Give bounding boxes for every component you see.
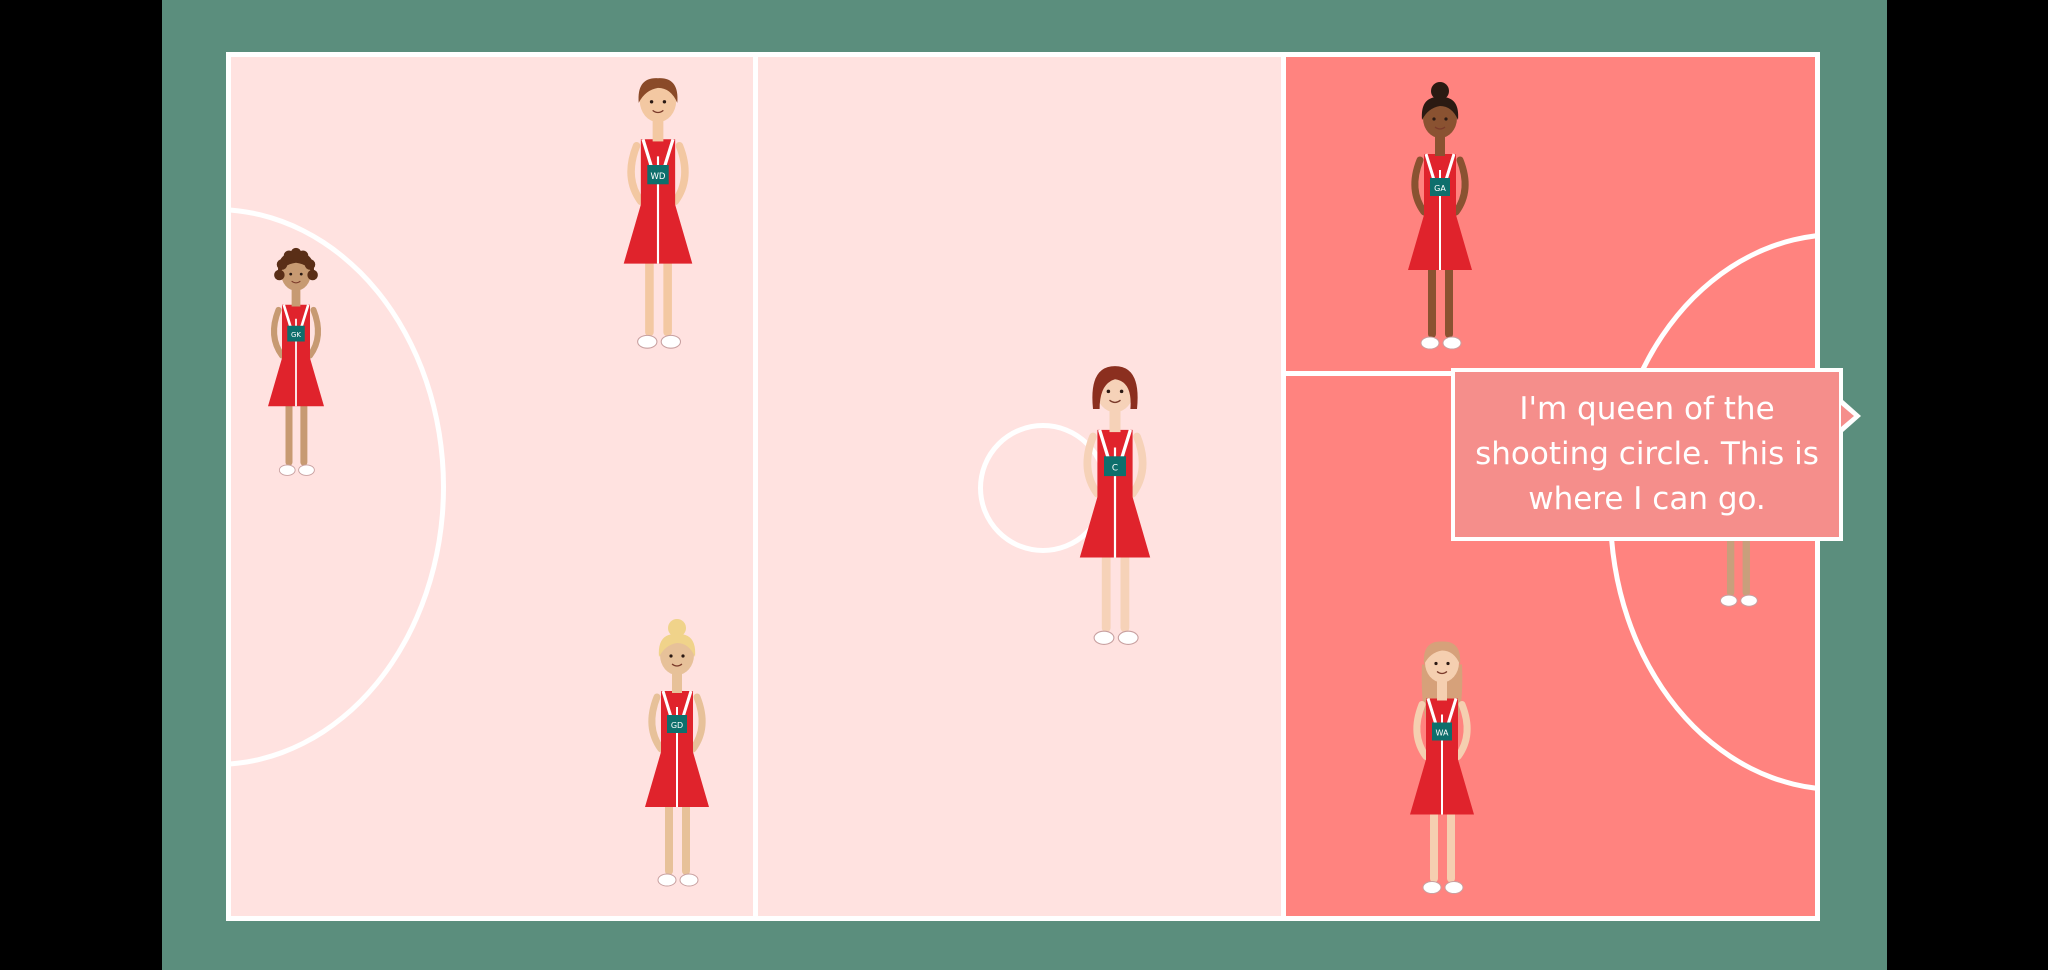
left-leg bbox=[665, 797, 673, 875]
right-shoe bbox=[660, 334, 682, 349]
left-eye bbox=[1106, 389, 1111, 394]
left-eye bbox=[669, 654, 673, 658]
right-arm bbox=[1452, 156, 1469, 216]
left-leg bbox=[1428, 260, 1436, 338]
left-arm bbox=[648, 693, 665, 753]
hair-curl bbox=[297, 250, 309, 261]
left-arm bbox=[271, 306, 286, 359]
hair-curl bbox=[274, 269, 285, 281]
player-figure: GD bbox=[645, 619, 709, 887]
right-leg bbox=[1445, 260, 1453, 338]
player-ga: GA bbox=[1390, 75, 1490, 365]
left-eye bbox=[1432, 117, 1436, 121]
left-shoe bbox=[637, 334, 658, 349]
left-shoe bbox=[278, 464, 296, 476]
left-arm bbox=[1411, 156, 1428, 216]
player-wa: WA bbox=[1392, 617, 1492, 912]
right-eye bbox=[662, 100, 667, 104]
left-shoe bbox=[1093, 630, 1115, 645]
right-leg bbox=[300, 397, 308, 466]
player-figure: C bbox=[1079, 366, 1151, 645]
player-figure: WD bbox=[623, 78, 693, 349]
player-figure: GK bbox=[268, 247, 324, 476]
speech-text: I'm queen of the shooting circle. This i… bbox=[1475, 391, 1819, 517]
right-arm bbox=[689, 693, 706, 753]
right-shoe bbox=[679, 873, 699, 887]
bib-label: GD bbox=[671, 721, 683, 730]
right-shoe bbox=[1117, 630, 1139, 645]
speech-bubble: I'm queen of the shooting circle. This i… bbox=[1451, 368, 1843, 541]
right-eye bbox=[1444, 117, 1448, 121]
bib-label: WD bbox=[650, 172, 665, 182]
right-eye bbox=[1446, 661, 1450, 666]
right-leg bbox=[1120, 546, 1130, 633]
left-eye bbox=[1434, 661, 1438, 666]
speech-bubble-tail-fill bbox=[1841, 405, 1854, 427]
player-figure: WA bbox=[1410, 641, 1474, 894]
right-arm bbox=[671, 141, 689, 206]
left-arm bbox=[1083, 432, 1102, 498]
player-wd: WD bbox=[603, 60, 713, 360]
player-gd: GD bbox=[627, 612, 727, 902]
left-shoe bbox=[1420, 336, 1440, 350]
left-leg bbox=[1430, 804, 1438, 883]
player-c: C bbox=[1060, 345, 1170, 660]
hair-curl bbox=[276, 259, 288, 270]
bib-label: GA bbox=[1434, 184, 1446, 193]
neck bbox=[1109, 410, 1121, 433]
player-gk: GK bbox=[246, 240, 346, 485]
left-leg bbox=[1101, 546, 1111, 633]
right-shoe bbox=[298, 464, 315, 476]
right-eye bbox=[681, 654, 685, 658]
left-leg bbox=[285, 397, 293, 466]
centre-third bbox=[758, 57, 1281, 916]
player-figure: GA bbox=[1408, 82, 1472, 350]
left-leg bbox=[645, 252, 654, 337]
right-leg bbox=[682, 797, 690, 875]
left-shoe bbox=[657, 873, 677, 887]
neck bbox=[1435, 136, 1445, 156]
right-shoe bbox=[1444, 881, 1464, 894]
left-arm bbox=[627, 141, 645, 206]
right-arm bbox=[1128, 432, 1147, 498]
right-leg bbox=[1447, 804, 1455, 883]
neck bbox=[291, 289, 301, 307]
bib-label: GK bbox=[291, 331, 301, 339]
left-eye bbox=[649, 100, 654, 104]
neck bbox=[1437, 680, 1447, 701]
right-shoe bbox=[1740, 594, 1758, 607]
bib-label: C bbox=[1112, 464, 1118, 474]
right-eye bbox=[1119, 389, 1124, 394]
right-arm bbox=[306, 306, 321, 359]
neck bbox=[652, 120, 664, 142]
bib-label: WA bbox=[1436, 729, 1449, 738]
left-eye bbox=[289, 272, 293, 276]
right-eye bbox=[299, 272, 303, 276]
left-shoe bbox=[1422, 881, 1442, 894]
neck bbox=[672, 673, 682, 693]
hair-curl bbox=[304, 259, 316, 270]
left-shoe bbox=[1720, 594, 1738, 607]
right-shoe bbox=[1442, 336, 1462, 350]
right-leg bbox=[663, 252, 672, 337]
hair-curl bbox=[307, 269, 318, 281]
video-frame: WD GK GD C GA GS WA I'm queen of the sho… bbox=[162, 0, 1887, 970]
